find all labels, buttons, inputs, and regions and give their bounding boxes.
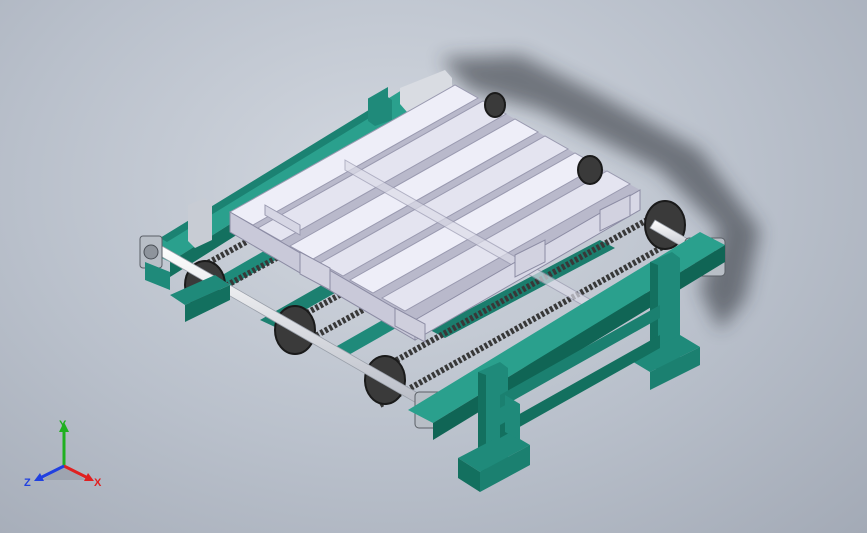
axis-x-label: X [94, 477, 102, 489]
axis-z-label: Z [24, 477, 31, 489]
coordinate-triad: Y X Z [24, 419, 102, 489]
graphics-viewport[interactable]: Y X Z [0, 0, 867, 533]
axis-y-label: Y [59, 419, 67, 431]
chain-conveyor-model[interactable] [0, 0, 867, 533]
